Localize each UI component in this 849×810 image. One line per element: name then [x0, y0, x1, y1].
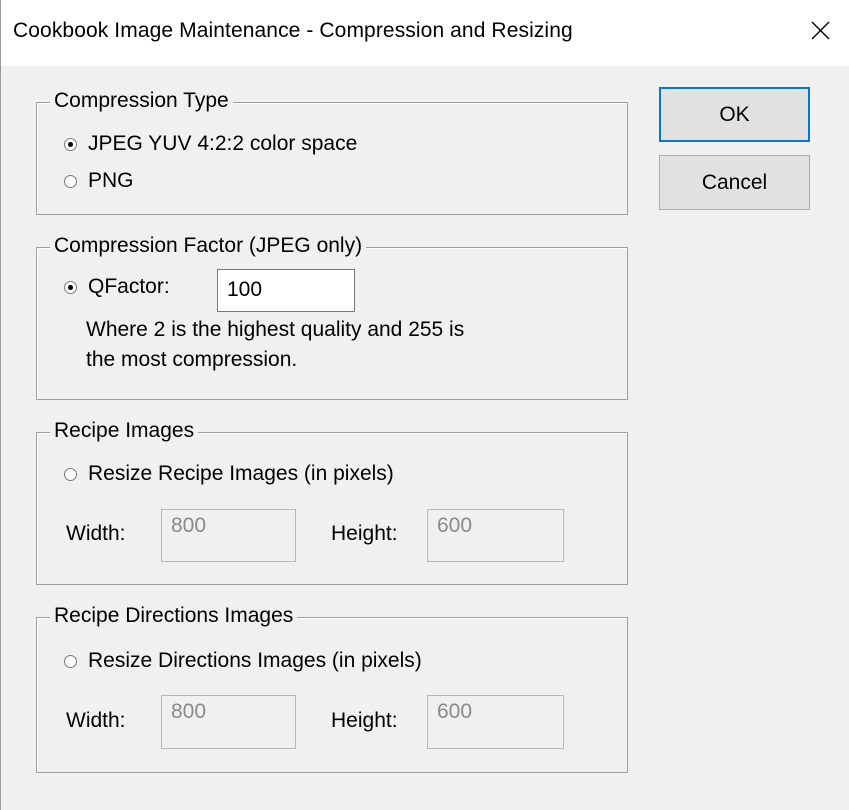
title-bar[interactable]: Cookbook Image Maintenance - Compression… [1, 0, 849, 66]
compression-type-group: Compression Type JPEG YUV 4:2:2 color sp… [36, 88, 628, 215]
qfactor-label: QFactor: [88, 275, 170, 298]
qfactor-help-line-2: the most compression. [86, 348, 298, 371]
radio-jpeg-label: JPEG YUV 4:2:2 color space [88, 132, 358, 155]
cancel-button[interactable]: Cancel [659, 155, 810, 210]
compression-factor-group: Compression Factor (JPEG only) QFactor: … [36, 233, 628, 400]
recipe-images-group: Recipe Images Resize Recipe Images (in p… [36, 418, 628, 585]
radio-jpeg[interactable]: JPEG YUV 4:2:2 color space [64, 132, 357, 156]
group-legend: Compression Type [50, 88, 233, 114]
radio-png[interactable]: PNG [64, 169, 134, 193]
radio-button[interactable] [64, 467, 77, 481]
radio-qfactor[interactable]: QFactor: [64, 275, 170, 299]
window-title: Cookbook Image Maintenance - Compression… [13, 19, 573, 42]
resize-directions-label: Resize Directions Images (in pixels) [88, 649, 422, 672]
radio-button[interactable] [64, 654, 77, 668]
recipe-height-input[interactable]: 600 [427, 509, 564, 562]
width-label: Width: [66, 709, 126, 732]
radio-resize-directions[interactable]: Resize Directions Images (in pixels) [64, 649, 422, 673]
group-legend: Compression Factor (JPEG only) [50, 233, 367, 259]
dialog-window: Cookbook Image Maintenance - Compression… [0, 0, 849, 810]
recipe-width-input[interactable]: 800 [161, 509, 296, 562]
group-legend: Recipe Directions Images [50, 603, 298, 629]
radio-button[interactable] [64, 174, 77, 188]
radio-png-label: PNG [88, 169, 134, 192]
radio-resize-recipe[interactable]: Resize Recipe Images (in pixels) [64, 462, 394, 486]
height-label: Height: [331, 522, 398, 545]
height-label: Height: [331, 709, 398, 732]
radio-button[interactable] [64, 280, 77, 294]
directions-images-group: Recipe Directions Images Resize Directio… [36, 603, 628, 773]
radio-button[interactable] [64, 137, 77, 151]
qfactor-input[interactable]: 100 [217, 269, 355, 312]
ok-button[interactable]: OK [659, 87, 810, 142]
directions-width-input[interactable]: 800 [161, 695, 296, 749]
close-icon [811, 21, 830, 45]
width-label: Width: [66, 522, 126, 545]
group-border [36, 102, 628, 215]
close-button[interactable] [790, 0, 849, 66]
group-legend: Recipe Images [50, 418, 199, 444]
resize-recipe-label: Resize Recipe Images (in pixels) [88, 462, 394, 485]
qfactor-help-line-1: Where 2 is the highest quality and 255 i… [86, 318, 465, 341]
directions-height-input[interactable]: 600 [427, 695, 564, 749]
